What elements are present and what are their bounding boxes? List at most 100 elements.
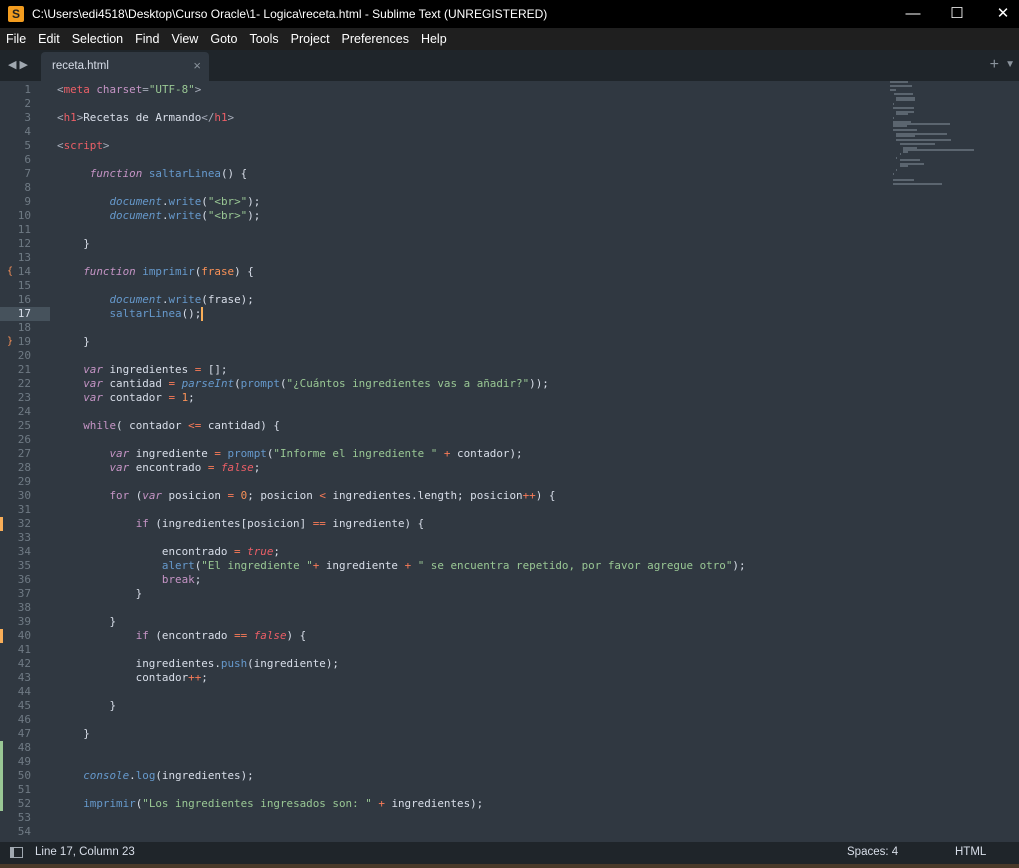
code-token: (: [129, 489, 143, 502]
maximize-button[interactable]: ☐: [934, 0, 980, 28]
line-number: 34: [17, 545, 31, 558]
code-token: for: [109, 489, 130, 502]
code-line[interactable]: }: [57, 699, 116, 713]
code-line[interactable]: ingredientes.push(ingrediente);: [57, 657, 339, 671]
code-line[interactable]: alert("El ingrediente "+ ingrediente + "…: [57, 559, 746, 573]
tab-dropdown-icon[interactable]: ▼: [1005, 59, 1015, 70]
code-line[interactable]: <h1>Recetas de Armando</h1>: [57, 111, 234, 125]
code-token: "UTF-8": [148, 83, 195, 96]
code-token: "<br>": [207, 195, 248, 208]
minimap-line: [893, 125, 907, 127]
modified-line-marker: [0, 629, 3, 643]
code-line[interactable]: }: [57, 237, 90, 251]
line-number: 28: [17, 461, 31, 474]
code-token: prompt: [227, 447, 267, 460]
code-line[interactable]: var encontrado = false;: [57, 461, 260, 475]
code-token: posicion: [161, 489, 228, 502]
code-line[interactable]: var contador = 1;: [57, 391, 195, 405]
code-line[interactable]: <script>: [57, 139, 109, 153]
code-token: (encontrado: [148, 629, 235, 642]
code-line[interactable]: if (ingredientes[posicion] == ingredient…: [57, 517, 425, 531]
menu-tools[interactable]: Tools: [243, 32, 284, 46]
code-line[interactable]: document.write(frase);: [57, 293, 253, 307]
bracket-marker-icon: }: [7, 336, 14, 347]
new-tab-plus-icon[interactable]: +: [990, 56, 999, 74]
minimize-button[interactable]: —: [890, 0, 936, 28]
code-line[interactable]: var ingrediente = prompt("Informe el ing…: [57, 447, 522, 461]
menu-project[interactable]: Project: [285, 32, 336, 46]
code-token: "Informe el ingrediente ": [273, 447, 438, 460]
code-line[interactable]: break;: [57, 573, 201, 587]
code-line[interactable]: for (var posicion = 0; posicion < ingred…: [57, 489, 555, 503]
code-token: >: [194, 83, 202, 96]
minimap-line: [893, 107, 914, 109]
line-number: 54: [17, 825, 31, 838]
code-line[interactable]: <meta charset="UTF-8">: [57, 83, 201, 97]
menu-file[interactable]: File: [0, 32, 32, 46]
code-line[interactable]: function saltarLinea() {: [57, 167, 247, 181]
code-line[interactable]: }: [57, 615, 116, 629]
code-line[interactable]: contador++;: [57, 671, 208, 685]
code-token: var: [83, 377, 103, 390]
code-line[interactable]: document.write("<br>");: [57, 209, 260, 223]
code-line[interactable]: }: [57, 335, 90, 349]
tab-receta-html[interactable]: receta.html ×: [41, 52, 209, 81]
menu-preferences[interactable]: Preferences: [336, 32, 415, 46]
code-token: var: [109, 461, 130, 474]
code-editor[interactable]: 1 2 3 4 5 6 7 8 9 10 11 12 13 14{15 16 17 18 19} 20 21 22 23 2…: [0, 81, 1019, 842]
status-bar: Line 17, Column 23 Spaces: 4 HTML: [0, 842, 1019, 864]
line-number: 52: [17, 797, 31, 810]
code-token: push: [220, 657, 248, 670]
line-number: 9: [24, 195, 31, 208]
menu-help[interactable]: Help: [415, 32, 453, 46]
menu-view[interactable]: View: [165, 32, 204, 46]
line-number: 31: [17, 503, 31, 516]
code-token: log: [135, 769, 156, 782]
code-line[interactable]: console.log(ingredientes);: [57, 769, 254, 783]
code-line[interactable]: function imprimir(frase) {: [57, 265, 254, 279]
code-token: prompt: [240, 377, 280, 390]
minimap-line: [890, 89, 897, 91]
code-line[interactable]: document.write("<br>");: [57, 195, 260, 209]
menu-selection[interactable]: Selection: [66, 32, 129, 46]
added-line-marker: [0, 797, 3, 811]
code-token: ==: [312, 517, 326, 530]
code-token: ) {: [535, 489, 556, 502]
code-line[interactable]: }: [57, 587, 143, 601]
code-token: ) {: [286, 629, 307, 642]
menu-find[interactable]: Find: [129, 32, 165, 46]
code-token: );: [732, 559, 746, 572]
indentation-setting[interactable]: Spaces: 4: [847, 846, 898, 858]
code-line[interactable]: while( contador <= cantidad) {: [57, 419, 280, 433]
code-line[interactable]: if (encontrado == false) {: [57, 629, 307, 643]
sidebar-toggle-icon[interactable]: [10, 847, 23, 858]
code-line[interactable]: }: [57, 727, 90, 741]
line-number: 41: [17, 643, 31, 656]
code-line[interactable]: imprimir("Los ingredientes ingresados so…: [57, 797, 483, 811]
code-token: document: [109, 293, 162, 306]
line-number: 17: [0, 307, 50, 321]
minimap-line: [893, 129, 918, 131]
line-number: 25: [17, 419, 31, 432]
syntax-selector[interactable]: HTML: [955, 846, 986, 858]
code-token: cantidad) {: [201, 419, 280, 432]
menu-goto[interactable]: Goto: [204, 32, 243, 46]
line-number: 20: [17, 349, 31, 362]
minimap[interactable]: [890, 81, 1000, 196]
close-button[interactable]: ✕: [980, 0, 1019, 28]
code-line[interactable]: saltarLinea();: [57, 307, 201, 321]
tab-close-icon[interactable]: ×: [193, 58, 201, 73]
code-line[interactable]: encontrado = true;: [57, 545, 280, 559]
line-number: 5: [24, 139, 31, 152]
menu-edit[interactable]: Edit: [32, 32, 66, 46]
code-line[interactable]: var cantidad = parseInt(prompt("¿Cuántos…: [57, 377, 549, 391]
line-number: 22: [17, 377, 31, 390]
code-token: ingrediente: [319, 559, 405, 572]
code-line[interactable]: var ingredientes = [];: [57, 363, 227, 377]
tab-nav-arrows-icon[interactable]: ◀▶: [8, 58, 31, 71]
